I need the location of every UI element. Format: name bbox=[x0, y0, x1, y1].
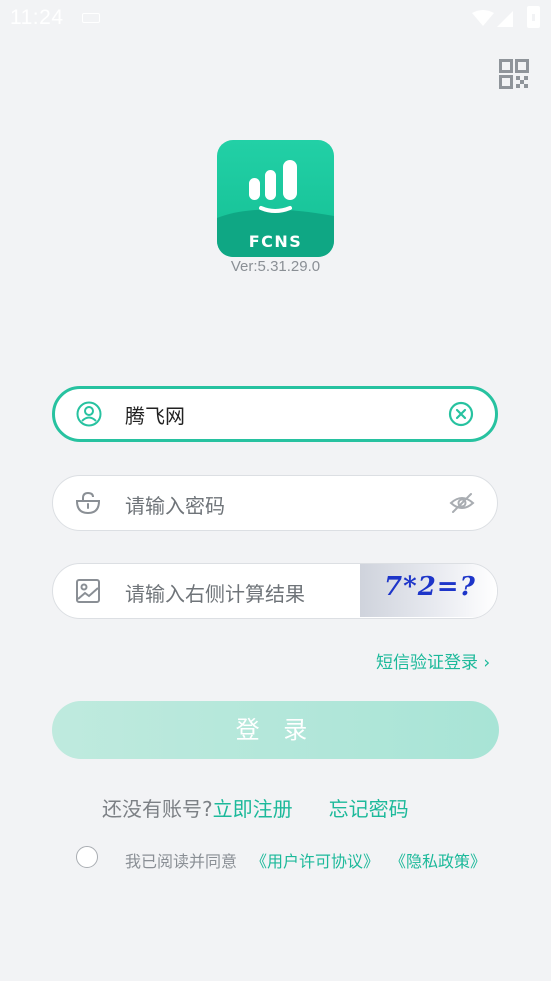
eye-off-icon[interactable] bbox=[449, 490, 475, 516]
logo-text: FCNS bbox=[248, 232, 303, 251]
version-label: Ver:5.31.29.0 bbox=[230, 258, 321, 275]
keyboard-icon bbox=[82, 13, 100, 23]
login-button[interactable]: 登 录 bbox=[52, 701, 499, 759]
no-account-text: 还没有账号? bbox=[102, 797, 213, 821]
qr-code-icon[interactable] bbox=[499, 59, 529, 89]
status-bar: 11:24 bbox=[0, 0, 551, 36]
username-field[interactable]: 腾飞网 bbox=[52, 386, 498, 442]
status-time: 11:24 bbox=[10, 6, 64, 29]
bottom-links: 还没有账号?立即注册 忘记密码 bbox=[102, 793, 409, 822]
user-icon bbox=[76, 401, 102, 427]
forgot-password-link[interactable]: 忘记密码 bbox=[329, 797, 409, 821]
password-input[interactable]: 请输入密码 bbox=[125, 490, 225, 519]
captcha-input[interactable]: 请输入右侧计算结果 bbox=[125, 578, 305, 607]
sms-login-link[interactable]: 短信验证登录 › bbox=[376, 648, 490, 673]
captcha-image[interactable]: 7*2=? bbox=[360, 564, 497, 617]
privacy-policy-link[interactable]: 《隐私政策》 bbox=[390, 848, 486, 872]
username-input[interactable]: 腾飞网 bbox=[125, 400, 185, 429]
agree-checkbox[interactable] bbox=[76, 846, 98, 868]
register-link[interactable]: 立即注册 bbox=[213, 797, 293, 821]
user-license-link[interactable]: 《用户许可协议》 bbox=[251, 848, 379, 872]
signal-icon bbox=[497, 11, 513, 27]
clear-icon[interactable] bbox=[448, 401, 474, 427]
agreement-text: 我已阅读并同意 bbox=[125, 852, 238, 871]
app-logo: FCNS bbox=[217, 140, 334, 257]
captcha-field[interactable]: 请输入右侧计算结果 7*2=? bbox=[52, 563, 498, 619]
image-icon bbox=[76, 579, 100, 603]
battery-icon bbox=[527, 6, 540, 28]
wifi-icon bbox=[472, 10, 494, 26]
lock-icon bbox=[75, 491, 101, 515]
password-field[interactable]: 请输入密码 bbox=[52, 475, 498, 531]
captcha-text: 7*2=? bbox=[384, 572, 476, 602]
